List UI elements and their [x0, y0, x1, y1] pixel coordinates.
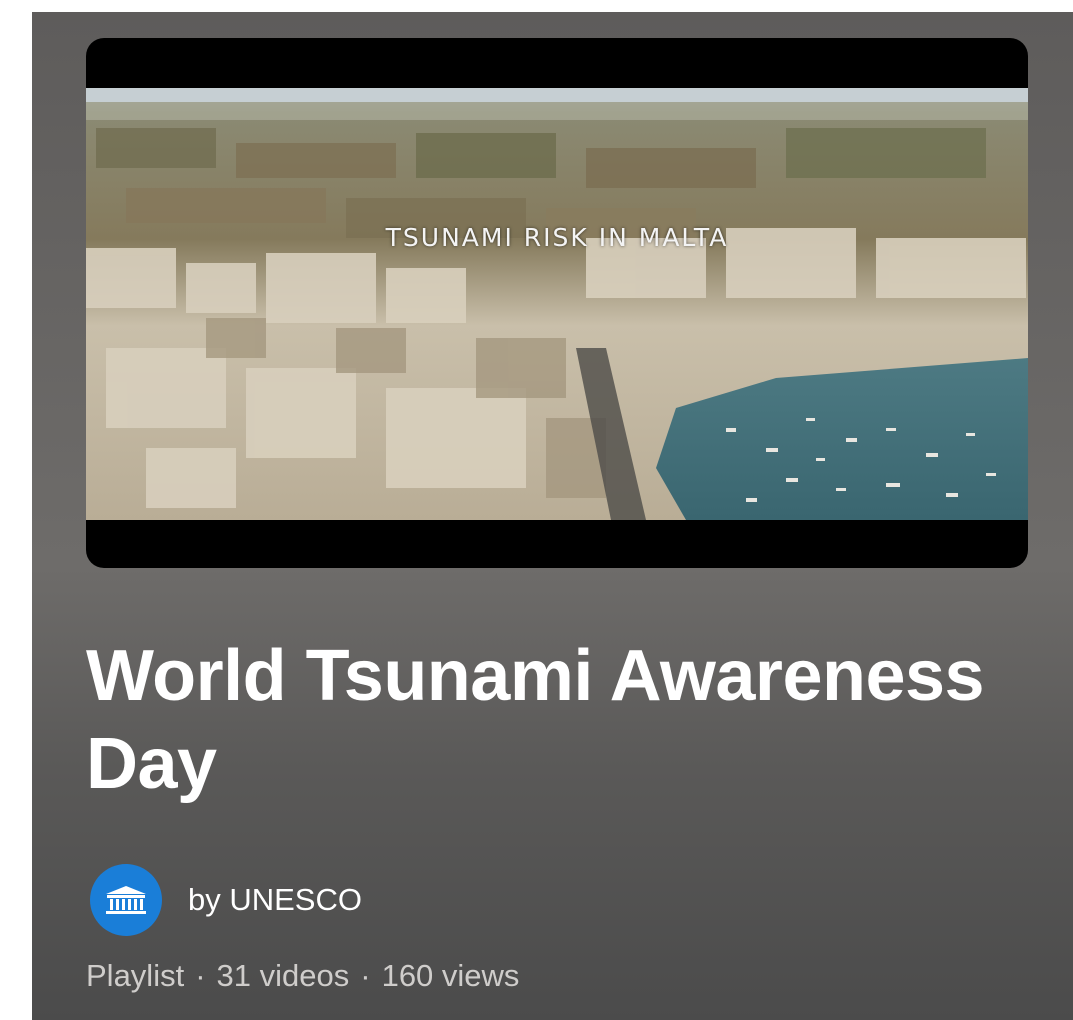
video-count: 31 videos: [216, 958, 350, 993]
playlist-type: Playlist: [86, 958, 185, 993]
playlist-title: World Tsunami Awareness Day: [86, 636, 985, 804]
meta-separator: ·: [195, 958, 206, 993]
playlist-meta: Playlist · 31 videos · 160 views: [86, 958, 519, 994]
avatar[interactable]: [90, 864, 162, 936]
view-count: 160 views: [381, 958, 520, 993]
playlist-owner-link[interactable]: by UNESCO: [90, 864, 362, 936]
thumbnail-aerial-image: [86, 88, 1028, 520]
unesco-logo-icon: [106, 886, 146, 914]
thumbnail-overlay-text: TSUNAMI RISK IN MALTA: [385, 223, 729, 252]
playlist-thumbnail[interactable]: TSUNAMI RISK IN MALTA: [86, 38, 1028, 568]
owner-name: by UNESCO: [188, 882, 362, 917]
meta-separator: ·: [360, 958, 371, 993]
playlist-header-panel: TSUNAMI RISK IN MALTA World Tsunami Awar…: [32, 12, 1073, 1020]
